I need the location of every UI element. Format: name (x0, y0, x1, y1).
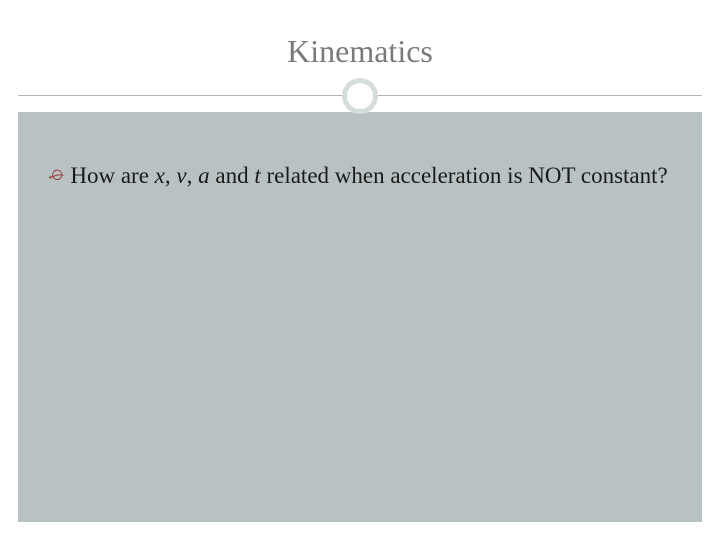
variable-x: x (155, 163, 165, 188)
variable-a: a (198, 163, 210, 188)
bullet-item: ⌮ How are x, v, a and t related when acc… (48, 160, 672, 191)
content-block: ⌮ How are x, v, a and t related when acc… (18, 112, 702, 221)
slide-title: Kinematics (287, 33, 433, 70)
variable-v: v (176, 163, 186, 188)
text-segment: How are (70, 163, 154, 188)
bullet-icon: ⌮ (48, 160, 64, 189)
text-segment: and (210, 163, 255, 188)
slide: Kinematics ⌮ How are x, v, a and t relat… (0, 0, 720, 540)
text-segment: related when acceleration is NOT constan… (261, 163, 668, 188)
text-segment: , (187, 163, 199, 188)
bullet-text: How are x, v, a and t related when accel… (70, 160, 667, 191)
circle-marker-icon (342, 78, 378, 114)
body-area: ⌮ How are x, v, a and t related when acc… (18, 112, 702, 522)
text-segment: , (165, 163, 177, 188)
